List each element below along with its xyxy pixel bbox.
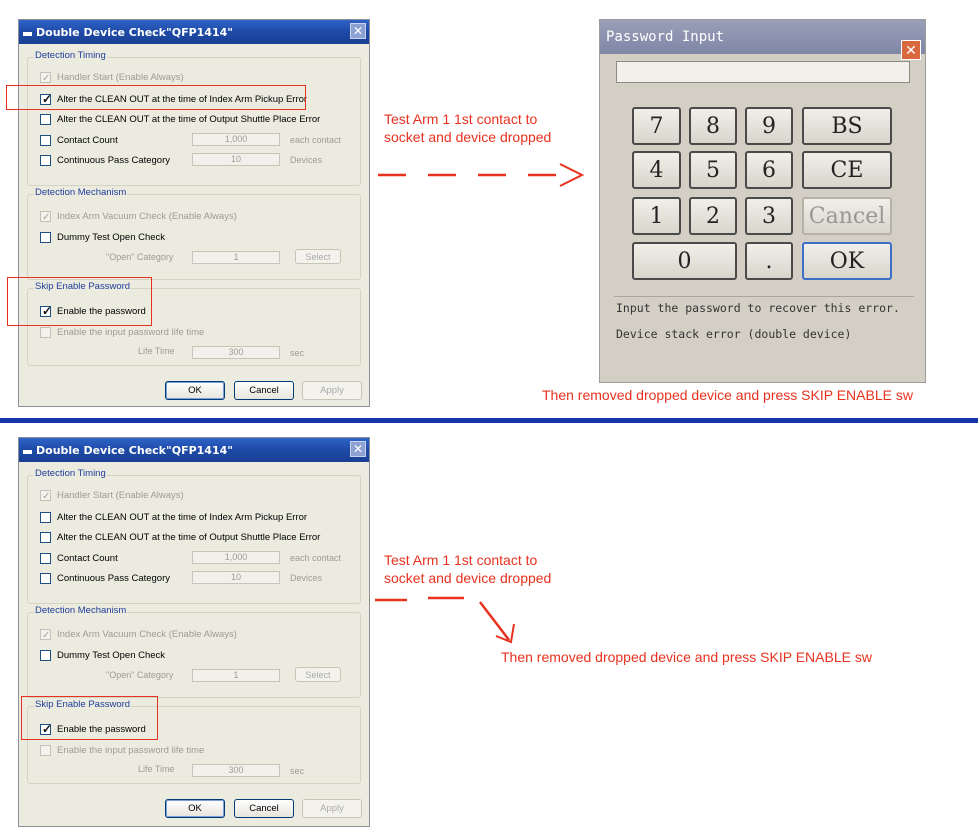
continuous-pass-unit: Devices <box>290 573 323 583</box>
password-close-button[interactable]: ✕ <box>901 40 921 60</box>
key-cancel[interactable]: Cancel <box>802 197 892 235</box>
detection-mechanism-group: Detection Mechanism ✓ Index Arm Vacuum Ch… <box>27 187 361 280</box>
annotation-text-top-2: socket and device dropped <box>384 129 552 145</box>
life-time-label: Life Time <box>138 346 175 356</box>
life-time-label: Life Time <box>138 764 175 774</box>
alter-index-arm-checkbox[interactable]: Alter the CLEAN OUT at the time of Index… <box>40 510 307 524</box>
open-category-field: 1 <box>192 669 280 682</box>
key-7[interactable]: 7 <box>632 107 681 145</box>
contact-count-field: 1,000 <box>192 133 280 146</box>
detection-timing-group: Detection Timing ✓ Handler Start (Enable … <box>27 468 361 604</box>
dummy-test-checkbox[interactable]: Dummy Test Open Check <box>40 230 165 244</box>
password-message-2: Device stack error (double device) <box>616 327 852 341</box>
handler-start-checkbox: ✓ Handler Start (Enable Always) <box>40 489 184 502</box>
apply-button[interactable]: Apply <box>302 799 362 818</box>
group-label-detection-timing: Detection Timing <box>34 50 107 61</box>
select-button[interactable]: Select <box>295 249 341 264</box>
key-5[interactable]: 5 <box>689 151 737 189</box>
key-3[interactable]: 3 <box>745 197 793 235</box>
continuous-pass-field: 10 <box>192 571 280 584</box>
double-device-check-dialog-bottom: Double Device Check"QFP1414" ✕ Detection… <box>18 437 370 827</box>
dialog-titlebar: Double Device Check"QFP1414" <box>19 438 369 462</box>
key-8[interactable]: 8 <box>689 107 737 145</box>
open-category-label: "Open" Category <box>106 252 174 262</box>
contact-count-unit: each contact <box>290 135 342 145</box>
detection-mechanism-group: Detection Mechanism ✓ Index Arm Vacuum Ch… <box>27 605 361 698</box>
group-label-detection-mechanism: Detection Mechanism <box>34 187 128 198</box>
close-button[interactable]: ✕ <box>350 441 366 457</box>
dialog-titlebar: Double Device Check"QFP1414" <box>19 20 369 44</box>
key-9[interactable]: 9 <box>745 107 793 145</box>
password-message-1: Input the password to recover this error… <box>616 301 900 315</box>
close-icon: ✕ <box>352 24 364 38</box>
alter-output-shuttle-checkbox[interactable]: Alter the CLEAN OUT at the time of Outpu… <box>40 112 320 126</box>
cancel-button[interactable]: Cancel <box>234 381 294 400</box>
key-ce[interactable]: CE <box>802 151 892 189</box>
dialog-title: Double Device Check"QFP1414" <box>36 443 234 457</box>
enable-life-time-checkbox: Enable the input password life time <box>40 743 204 757</box>
key-4[interactable]: 4 <box>632 151 681 189</box>
ok-button[interactable]: OK <box>165 799 225 818</box>
close-icon: ✕ <box>352 442 364 456</box>
system-menu-icon[interactable] <box>23 32 32 36</box>
key-1[interactable]: 1 <box>632 197 681 235</box>
highlight-skip-enable-password <box>7 277 152 326</box>
open-category-field: 1 <box>192 251 280 264</box>
caption-bottom: Then removed dropped device and press SK… <box>501 649 872 665</box>
apply-button[interactable]: Apply <box>302 381 362 400</box>
detection-timing-group: Detection Timing ✓ Handler Start (Enable … <box>27 50 361 186</box>
dashed-arrow-top <box>378 163 585 187</box>
password-message-area: Input the password to recover this error… <box>614 296 914 366</box>
close-icon: ✕ <box>905 42 917 58</box>
password-input-title: Password Input <box>600 20 925 54</box>
life-time-field: 300 <box>192 764 280 777</box>
index-vacuum-checkbox: ✓ Index Arm Vacuum Check (Enable Always) <box>40 210 237 223</box>
group-label-detection-mechanism: Detection Mechanism <box>34 605 128 616</box>
handler-start-checkbox: ✓ Handler Start (Enable Always) <box>40 71 184 84</box>
system-menu-icon[interactable] <box>23 450 32 454</box>
cancel-button[interactable]: Cancel <box>234 799 294 818</box>
highlight-alter-index-arm <box>6 85 306 110</box>
continuous-pass-checkbox[interactable]: Continuous Pass Category <box>40 571 170 585</box>
continuous-pass-field: 10 <box>192 153 280 166</box>
continuous-pass-unit: Devices <box>290 155 323 165</box>
dialog-title: Double Device Check"QFP1414" <box>36 25 234 39</box>
key-6[interactable]: 6 <box>745 151 793 189</box>
key-dot[interactable]: . <box>745 242 793 280</box>
double-device-check-dialog-top: Double Device Check"QFP1414" ✕ Detection… <box>18 19 370 407</box>
annotation-text-bottom-1: Test Arm 1 1st contact to <box>384 552 538 568</box>
contact-count-checkbox[interactable]: Contact Count <box>40 551 118 565</box>
enable-life-time-checkbox: Enable the input password life time <box>40 325 204 339</box>
close-button[interactable]: ✕ <box>350 23 366 39</box>
key-bs[interactable]: BS <box>802 107 892 145</box>
group-label-detection-timing: Detection Timing <box>34 468 107 479</box>
life-time-unit: sec <box>290 348 305 358</box>
key-2[interactable]: 2 <box>689 197 737 235</box>
password-field[interactable] <box>616 61 910 83</box>
key-ok[interactable]: OK <box>802 242 892 280</box>
contact-count-checkbox[interactable]: Contact Count <box>40 133 118 147</box>
alter-output-shuttle-checkbox[interactable]: Alter the CLEAN OUT at the time of Outpu… <box>40 530 320 544</box>
continuous-pass-checkbox[interactable]: Continuous Pass Category <box>40 153 170 167</box>
life-time-field: 300 <box>192 346 280 359</box>
contact-count-field: 1,000 <box>192 551 280 564</box>
highlight-skip-enable-password-bottom <box>21 696 158 740</box>
select-button[interactable]: Select <box>295 667 341 682</box>
dummy-test-checkbox[interactable]: Dummy Test Open Check <box>40 648 165 662</box>
contact-count-unit: each contact <box>290 553 342 563</box>
index-vacuum-checkbox: ✓ Index Arm Vacuum Check (Enable Always) <box>40 628 237 641</box>
dashed-arrow-bottom <box>375 596 515 644</box>
password-input-window: Password Input ✕ 7 8 9 BS 4 5 6 CE 1 2 3… <box>599 19 926 383</box>
life-time-unit: sec <box>290 766 305 776</box>
caption-top: Then removed dropped device and press SK… <box>542 387 913 403</box>
key-0[interactable]: 0 <box>632 242 737 280</box>
section-divider <box>0 418 978 423</box>
open-category-label: "Open" Category <box>106 670 174 680</box>
annotation-text-bottom-2: socket and device dropped <box>384 570 552 586</box>
annotation-text-top-1: Test Arm 1 1st contact to <box>384 111 538 127</box>
ok-button[interactable]: OK <box>165 381 225 400</box>
